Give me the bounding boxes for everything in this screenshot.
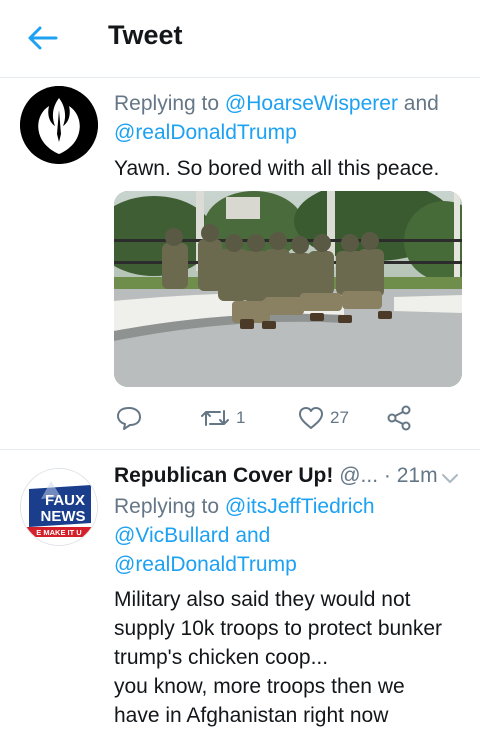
tweet-text: Military also said they would not supply… (114, 585, 442, 730)
tweet-text-line: have in Afghanistan right now (114, 704, 389, 727)
and-label: and (403, 92, 439, 115)
mention-link[interactable]: @realDonaldTrump (114, 121, 297, 144)
tweet-photo[interactable] (114, 191, 462, 387)
tweet[interactable]: FAUX NEWS E MAKE IT U Republican Cover U… (0, 450, 480, 744)
tweet-text: Yawn. So bored with all this peace. (114, 157, 440, 180)
tweet-header: Republican Cover Up! @... · 21m (114, 464, 438, 488)
faux-news-logo-icon: FAUX NEWS E MAKE IT U (21, 469, 97, 545)
reply-context: Replying to @itsJeffTiedrich (114, 495, 375, 519)
retweet-button[interactable]: 1 (200, 403, 245, 433)
top-bar: Tweet (0, 0, 480, 78)
avatar[interactable] (20, 86, 98, 164)
reply-context-continued: @realDonaldTrump (114, 121, 297, 145)
soldiers-photo-image (114, 191, 462, 387)
chevron-down-icon (442, 474, 458, 483)
news-text: NEWS (41, 508, 86, 525)
like-button[interactable]: 27 (298, 403, 349, 433)
banner-text: E MAKE IT U (36, 528, 81, 537)
tweet-text-line: you know, more troops then we (114, 675, 405, 698)
share-button[interactable] (386, 403, 412, 433)
user-handle[interactable]: @... (339, 464, 378, 487)
mention-link[interactable]: @HoarseWisperer (225, 92, 398, 115)
back-arrow-icon (28, 26, 58, 50)
reply-context: Replying to @HoarseWisperer and (114, 92, 439, 116)
tweet-text-line: Military also said they would not (114, 588, 411, 611)
faux-text: FAUX (45, 492, 85, 509)
tweet-text-line: trump's chicken coop... (114, 646, 329, 669)
retweet-count: 1 (236, 408, 246, 427)
tweet[interactable]: Replying to @HoarseWisperer and @realDon… (0, 78, 480, 450)
replying-to-label: Replying to (114, 495, 220, 518)
rebel-alliance-logo-icon (20, 86, 98, 164)
tweet-menu-button[interactable] (438, 466, 462, 490)
like-count: 27 (330, 408, 349, 427)
tweet-actions: 1 27 (114, 403, 462, 433)
page-title: Tweet (108, 20, 183, 50)
back-button[interactable] (22, 22, 62, 54)
mention-link[interactable]: @VicBullard (114, 524, 229, 547)
mention-link[interactable]: @realDonaldTrump (114, 553, 297, 576)
tweet-text-line: supply 10k troops to protect bunker (114, 617, 443, 640)
reply-icon (117, 407, 141, 430)
reply-context-continued: @VicBullard and (114, 524, 270, 548)
reply-button[interactable] (116, 403, 142, 433)
display-name[interactable]: Republican Cover Up! (114, 464, 333, 487)
mention-link[interactable]: @itsJeffTiedrich (225, 495, 375, 518)
share-icon (387, 405, 411, 431)
and-label: and (235, 524, 271, 547)
avatar[interactable]: FAUX NEWS E MAKE IT U (20, 468, 98, 546)
timestamp: · 21m (383, 464, 438, 487)
retweet-icon (201, 410, 229, 426)
replying-to-label: Replying to (114, 92, 220, 115)
reply-context-continued: @realDonaldTrump (114, 553, 297, 577)
heart-icon (299, 407, 323, 429)
